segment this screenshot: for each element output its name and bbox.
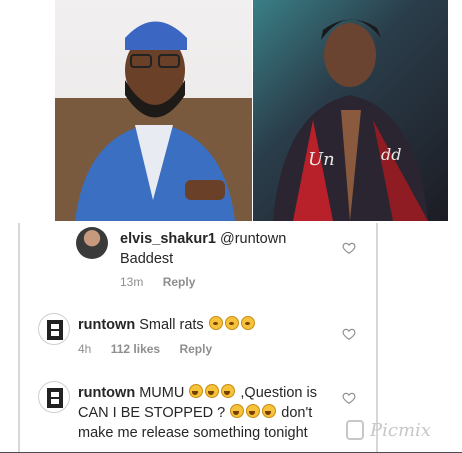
laughing-emoji <box>189 384 204 398</box>
runtown-logo-icon <box>47 320 63 340</box>
man-in-cap-photo <box>55 0 252 221</box>
heart-icon[interactable] <box>342 391 356 405</box>
watermark: Picmix <box>370 420 431 441</box>
man-in-jacket-photo: Un dd <box>253 0 448 221</box>
comment-body: Small rats <box>139 317 204 333</box>
heart-icon[interactable] <box>342 327 356 341</box>
header-photos: Un dd <box>55 0 448 221</box>
reply-button[interactable]: Reply <box>179 342 212 356</box>
heart-icon[interactable] <box>342 241 356 255</box>
comment-username[interactable]: runtown <box>78 385 135 401</box>
comment-body: MUMU <box>139 385 185 401</box>
mention-link[interactable]: @runtown <box>220 231 286 247</box>
comment-body: CAN I BE STOPPED ? <box>78 405 226 421</box>
comment-meta: 4h 112 likes Reply <box>78 342 228 356</box>
comment-time: 4h <box>78 342 92 356</box>
comment-username[interactable]: runtown <box>78 317 135 333</box>
comment-body: don't <box>281 405 313 421</box>
comment-username[interactable]: elvis_shakur1 <box>120 231 216 247</box>
comment-time: 13m <box>120 275 144 289</box>
comment-item: elvis_shakur1 @runtown Baddest 13m Reply <box>20 223 376 303</box>
comment-text-line3: make me release something tonight <box>78 425 308 441</box>
svg-text:Un: Un <box>308 149 335 170</box>
laughing-emoji <box>221 384 236 398</box>
comment-text-line1: runtown MUMU ,Question is <box>78 383 317 403</box>
comment-item: runtown Small rats 4h 112 likes Reply <box>20 311 376 371</box>
avatar[interactable] <box>38 313 70 345</box>
comment-text-line1: elvis_shakur1 @runtown <box>120 229 286 249</box>
laughing-emoji <box>205 384 220 398</box>
laughing-emoji <box>246 404 261 418</box>
comment-item: runtown MUMU ,Question is CAN I BE STOPP… <box>20 379 376 453</box>
avatar[interactable] <box>38 381 70 413</box>
reply-button[interactable]: Reply <box>163 275 196 289</box>
laughing-emoji <box>230 404 245 418</box>
comment-meta: 13m Reply <box>120 275 211 289</box>
surprised-emoji <box>240 316 255 330</box>
likes-count[interactable]: 112 likes <box>111 342 160 356</box>
laughing-emoji <box>262 404 277 418</box>
watermark-icon <box>346 420 364 440</box>
comment-text-line1: runtown Small rats <box>78 315 256 335</box>
surprised-emoji <box>224 316 239 330</box>
svg-text:dd: dd <box>381 145 401 164</box>
comment-text-line2: Baddest <box>120 251 174 267</box>
surprised-emoji <box>208 316 223 330</box>
comments-panel: elvis_shakur1 @runtown Baddest 13m Reply… <box>18 223 378 453</box>
comment-body: ,Question is <box>240 385 317 401</box>
runtown-logo-icon <box>47 388 63 408</box>
avatar[interactable] <box>76 227 108 259</box>
comment-text-line2: CAN I BE STOPPED ? don't <box>78 403 312 423</box>
